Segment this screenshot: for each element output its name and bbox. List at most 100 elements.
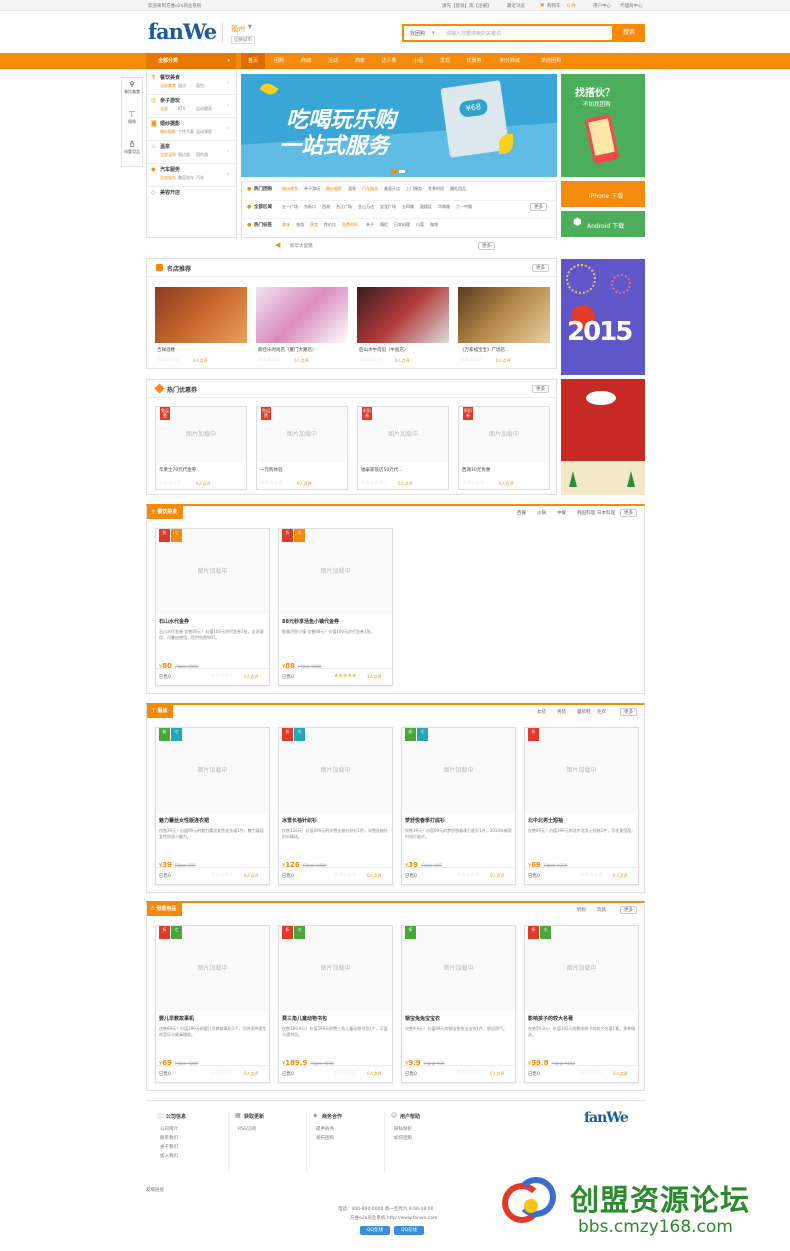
nav-item-mall[interactable]: 商城 — [293, 53, 319, 69]
deal-title[interactable]: 婴儿早教故事机 — [159, 1015, 267, 1022]
side-promo-banner[interactable]: 找搭伙？ 不如找团购 — [561, 74, 645, 177]
hot-tag-link[interactable]: 川菜 — [416, 222, 424, 228]
deal-title[interactable]: 魅力蕾丝女性版连衣裙 — [159, 817, 267, 824]
category-item[interactable]: ◎ 亲子游玩 全部 KTV 运动健身 › — [147, 96, 236, 118]
footer-link[interactable]: 联系我们 — [160, 1135, 178, 1141]
search-type-chevron-icon[interactable]: ▾ — [432, 30, 435, 36]
hot-tag-link[interactable]: 汽车服务 — [362, 186, 378, 192]
hot-tag-link[interactable]: 五一广场 — [282, 204, 298, 210]
hot-tag-link[interactable]: 台江广场 — [336, 204, 352, 210]
section-link[interactable]: 西餐 — [517, 510, 526, 516]
slider-dot[interactable] — [399, 170, 405, 173]
section-more-button[interactable]: 更多 — [620, 509, 637, 517]
store-photo[interactable] — [357, 287, 449, 343]
section-link[interactable]: 男装 — [557, 709, 566, 715]
category-sub-link[interactable]: 婚纱摄影 — [160, 129, 176, 135]
nav-item-experts[interactable]: 达人秀 — [374, 53, 404, 69]
site-logo[interactable]: fanWe — [148, 19, 217, 44]
side-icon-food[interactable]: ♆ 餐饮美食 — [122, 80, 142, 108]
hot-tag-link[interactable]: 美味 — [282, 222, 290, 228]
notice-more-button[interactable]: 更多 — [478, 242, 495, 250]
category-sub-link[interactable]: 运动健身 — [196, 106, 212, 112]
all-categories-button[interactable]: 全部分类 ▾ — [146, 53, 236, 69]
hot-tag-link[interactable]: 咖啡 — [430, 222, 438, 228]
category-name[interactable]: 餐饮美食 — [160, 74, 180, 81]
category-sub-link[interactable]: 个性写真 — [178, 129, 194, 135]
login-link[interactable]: 请先【登录】或【注册】 — [442, 3, 492, 9]
category-item[interactable]: ♨ 温泉 全部温泉 周边游 国内游 › — [147, 142, 236, 164]
category-sub-link[interactable]: 全部 — [160, 106, 168, 112]
deal-title[interactable]: 北中北男士短袖 — [528, 817, 636, 824]
deal-card[interactable]: 图片加载中折七魅力蕾丝女性版连衣裙 仅售39元！价值99元的魅力蕾丝女性连衣裙1件… — [155, 727, 270, 885]
category-item[interactable]: ◆ 汽车服务 全部服务 美容洗车 汽车 › — [147, 165, 236, 187]
category-sub-link[interactable]: KTV — [178, 106, 186, 111]
hot-row-more-button[interactable]: 更多 — [530, 203, 547, 211]
deal-card[interactable]: 图片加载中折七 88元秒享活鱼小镇代金券 鲜美活鱼小镇 仅售88元！价值100元的代… — [278, 528, 393, 686]
nav-item-points-mall[interactable]: 积分商城 — [490, 53, 530, 69]
category-item[interactable]: ◇ 美容开店 — [147, 188, 236, 210]
hot-tag-link[interactable]: 东街口 — [304, 204, 316, 210]
deal-card[interactable]: 图片加载中折七费三角儿童动物书包 仅售189.9元！价值599元的费三角儿童动物书… — [278, 925, 393, 1083]
coupon-card[interactable]: 图片加载中 折扣券 福泰家饭店50元代... ☆☆☆☆☆ 0人点评 — [357, 406, 449, 490]
new-year-ad[interactable]: 2015 — [561, 259, 645, 375]
qq-button-2[interactable]: QQ在线 — [394, 1226, 424, 1235]
famous-more-button[interactable]: 更多 — [532, 264, 549, 272]
category-sub-link[interactable]: 全部服务 — [160, 175, 176, 181]
deal-title[interactable]: 梦舒悦春季打底衫 — [405, 817, 513, 824]
deal-card[interactable]: 图片加载中折北中北男士短袖 仅售69元！价值399元的北中北男士短袖1件，可任意搭… — [524, 727, 639, 885]
store-card[interactable]: 吉祥酒楼 ☆☆☆☆☆ 0人点评 — [155, 287, 247, 365]
coupon-card[interactable]: 图片加载中 免运费 华莱士70元代金券 ☆☆☆☆☆ 0人点评 — [155, 406, 247, 490]
nav-item-discover[interactable]: 发现 — [432, 53, 458, 69]
category-sub-link[interactable]: 周边游 — [178, 152, 190, 158]
category-item[interactable]: ♆ 餐饮美食 全部美食 甜点 面包 › — [147, 73, 236, 95]
coupon-name[interactable]: 西湖10元优惠 — [462, 467, 548, 473]
side-icon-baby[interactable]: ♁ 母婴用品 — [122, 140, 142, 168]
nav-item-single-store[interactable]: 单店团购 — [531, 53, 571, 69]
category-sub-link[interactable]: 运动课程 — [196, 129, 212, 135]
footer-link[interactable]: RSS订阅 — [238, 1126, 256, 1132]
search-button[interactable]: 搜索 — [613, 24, 645, 42]
coupon-name[interactable]: 福泰家饭店50元代... — [361, 467, 447, 473]
hot-tag-link[interactable]: 冬季时尚 — [428, 186, 444, 192]
hot-tag-link[interactable]: 婚礼用品 — [450, 186, 466, 192]
hot-tag-link[interactable]: 福州美食 — [282, 186, 298, 192]
coupon-name[interactable]: 华莱士70元代金券 — [159, 467, 245, 473]
hot-tag-link[interactable]: 六一中路 — [456, 204, 472, 210]
deal-card[interactable]: 图片加载中折七梦舒悦春季打底衫 仅售39元！价值99元的梦舒悦春季打底衫1件，20… — [401, 727, 516, 885]
section-link[interactable]: 女装 — [537, 709, 546, 715]
section-link[interactable]: 日本料理 — [597, 510, 615, 516]
category-name[interactable]: 汽车服务 — [160, 166, 180, 173]
agent-center-link[interactable]: 代理商中心 — [620, 3, 643, 9]
section-link[interactable]: 毛衣 — [597, 709, 606, 715]
hot-tag-link[interactable]: 鼓楼区 — [420, 204, 432, 210]
category-name[interactable]: 亲子游玩 — [160, 97, 180, 104]
category-sub-link[interactable]: 面包 — [196, 83, 204, 89]
footer-link[interactable]: 隐私保护 — [394, 1126, 412, 1132]
qq-button-1[interactable]: QQ在线 — [360, 1226, 390, 1235]
cart-icon[interactable]: ▣ — [540, 3, 544, 8]
android-download-button[interactable]: ⬢ Android 下载 — [561, 211, 645, 237]
category-sub-link[interactable]: 甜点 — [178, 83, 186, 89]
deal-card[interactable]: 图片加载中折七冰雪长袖针织衫 仅售126元！价值499元的冰雪长袖针织衫1件，冰雪… — [278, 727, 393, 885]
footer-link[interactable]: 关于我们 — [160, 1144, 178, 1150]
deal-title[interactable]: 钢宝兔兔宝宝衣 — [405, 1015, 513, 1022]
nav-item-groups[interactable]: 小组 — [405, 53, 431, 69]
deal-title[interactable]: 费三角儿童动物书包 — [282, 1015, 390, 1022]
hot-tag-link[interactable]: 旅游 — [296, 222, 304, 228]
section-link[interactable]: 奶粉 — [577, 907, 586, 913]
hot-tag-link[interactable]: 免费WiFi — [342, 222, 358, 228]
section-link[interactable]: 韩国料理 — [577, 510, 595, 516]
store-name[interactable]: 《万家福宝宝》广场店... — [460, 347, 548, 353]
coupon-card[interactable]: 图片加载中 免运费 一元购体验 ☆☆☆☆☆ 0人点评 — [256, 406, 348, 490]
category-sub-link[interactable]: 国内游 — [196, 152, 208, 158]
iphone-download-button[interactable]: iPhone 下载 — [561, 181, 645, 207]
store-photo[interactable] — [256, 287, 348, 343]
deal-card[interactable]: 图片加载中折七婴儿早教故事机 仅售69元！价值299元的婴儿早教故事机1个，可供多… — [155, 925, 270, 1083]
footer-link[interactable]: 发布团购 — [316, 1135, 334, 1141]
footer-link[interactable]: 公司简介 — [160, 1126, 178, 1132]
section-link[interactable]: 童装鞋 — [577, 709, 591, 715]
deal-title[interactable]: 88元秒享活鱼小镇代金券 — [282, 618, 390, 625]
coupon-name[interactable]: 一元购体验 — [260, 467, 346, 473]
notice-text[interactable]: 新年大促销 — [290, 243, 313, 249]
store-card[interactable]: 后山水牛肉馆（牛股店） ☆☆☆☆☆ 0人点评 — [357, 287, 449, 365]
